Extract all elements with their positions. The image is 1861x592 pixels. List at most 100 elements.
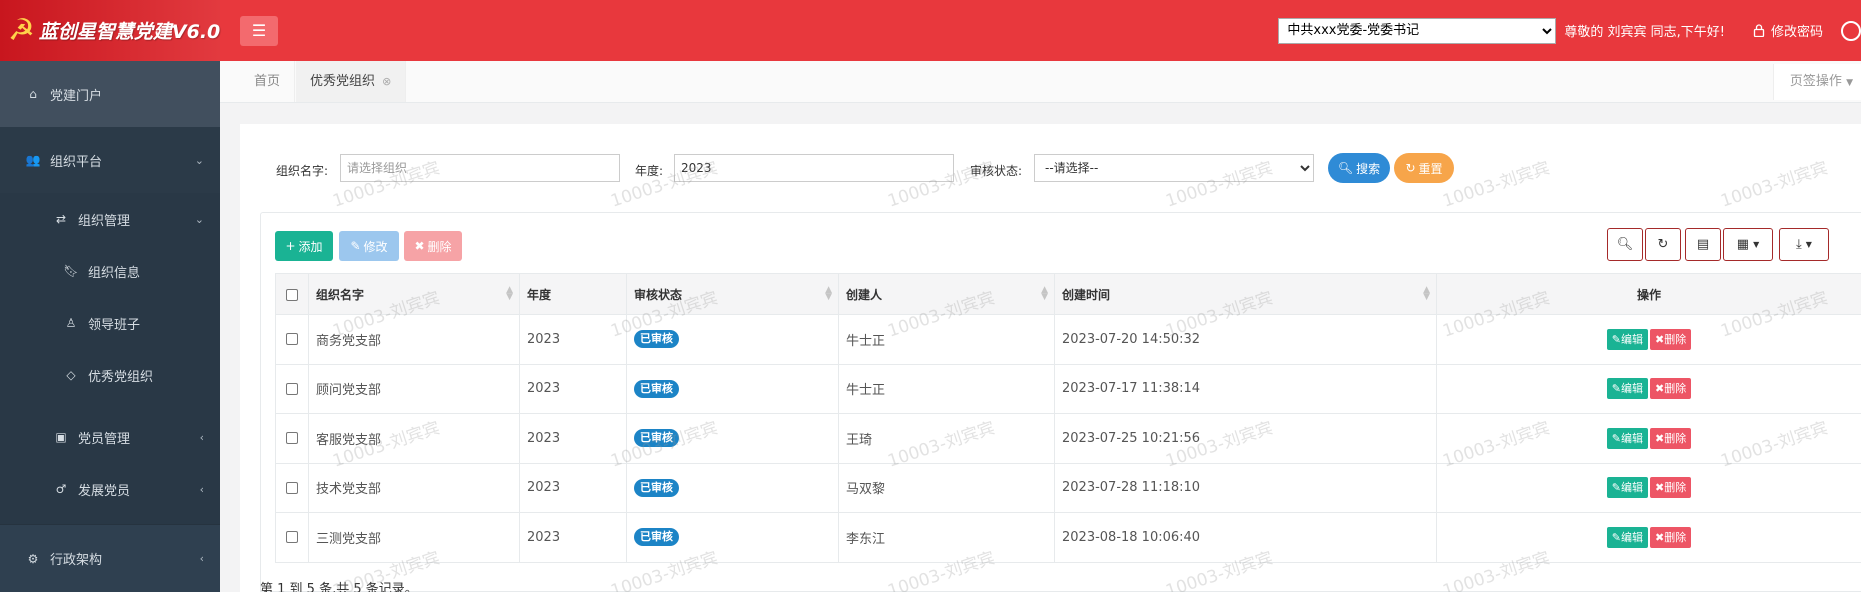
row-edit-label: 编辑: [1621, 431, 1643, 445]
sidebar-item-excellent-org[interactable]: ◇ 优秀党组织: [0, 349, 220, 401]
data-table: 组织名字 ▲ ▼ 年度 审核状态 ▲ ▼ 创建人 ▲ ▼ 创建时间 ▲ ▼ 操作 商务党支部 2…: [275, 273, 1861, 563]
row-delete-button[interactable]: ✖删除: [1650, 526, 1692, 548]
column-header-creator[interactable]: 创建人 ▲ ▼: [838, 273, 1055, 315]
row-delete-button[interactable]: ✖删除: [1650, 378, 1692, 400]
column-header-label: 审核状态: [634, 287, 683, 302]
change-password-label: 修改密码: [1770, 25, 1823, 40]
table-export-button[interactable]: ⤓ ▼: [1779, 228, 1829, 261]
times-icon: ✖: [1655, 530, 1665, 544]
sidebar-item-label: 行政架构: [50, 553, 103, 568]
row-checkbox[interactable]: [286, 333, 298, 346]
cell-org-name: 商务党支部: [308, 314, 520, 365]
tab-label: 首页: [254, 74, 281, 89]
cell-actions: ✎编辑 ✖删除: [1436, 363, 1861, 414]
chevron-down-icon: ⌄: [194, 212, 204, 226]
row-edit-button[interactable]: ✎编辑: [1606, 378, 1648, 400]
sidebar-item-label: 优秀党组织: [88, 369, 154, 385]
cell-creator: 马双黎: [838, 462, 1055, 513]
tab-operations-dropdown[interactable]: 页签操作 ▼: [1772, 64, 1861, 100]
greeting-text: 尊敬的 刘宾宾 同志,下午好!: [1564, 25, 1725, 40]
lock-icon: [1753, 24, 1765, 37]
bookmark-icon: 🔖︎: [63, 264, 79, 278]
row-edit-button[interactable]: ✎编辑: [1606, 427, 1648, 449]
top-header: ☭ 蓝创星智慧党建V6.0 ☰ 中共xxx党委-党委书记 尊敬的 刘宾宾 同志,…: [0, 0, 1861, 61]
reset-button[interactable]: ↻ 重置: [1394, 153, 1454, 183]
column-header-status[interactable]: 审核状态 ▲ ▼: [626, 273, 839, 315]
row-checkbox[interactable]: [286, 432, 298, 445]
status-select[interactable]: --请选择--: [1034, 154, 1314, 182]
column-header-org-name[interactable]: 组织名字 ▲ ▼: [308, 273, 520, 315]
cell-org-name: 三测党支部: [308, 512, 520, 563]
column-header-label: 组织名字: [316, 287, 365, 302]
table-refresh-button[interactable]: ↻: [1645, 228, 1681, 261]
cell-actions: ✎编辑 ✖删除: [1436, 413, 1861, 464]
times-icon: ✖: [1655, 332, 1665, 346]
sidebar-item-org-info[interactable]: 🔖︎ 组织信息: [0, 245, 220, 297]
cell-creator: 王琦: [838, 413, 1055, 464]
times-icon: ✖: [414, 239, 425, 253]
row-select-cell: [275, 462, 309, 513]
cell-year: 2023: [519, 363, 627, 414]
header-right: 中共xxx党委-党委书记 尊敬的 刘宾宾 同志,下午好! 修改密码: [1278, 0, 1861, 61]
caret-down-icon: ▼: [1753, 240, 1760, 249]
table-row[interactable]: 顾问党支部 2023 已审核 牛士正 2023-07-17 11:38:14 ✎…: [275, 363, 1861, 414]
sidebar-item-admin-structure[interactable]: ⚙ 行政架构 ‹: [0, 524, 220, 592]
cell-creator: 李东江: [838, 512, 1055, 563]
table-row[interactable]: 商务党支部 2023 已审核 牛士正 2023-07-20 14:50:32 ✎…: [275, 314, 1861, 365]
menu-toggle-button[interactable]: ☰: [240, 15, 278, 46]
row-delete-button[interactable]: ✖删除: [1650, 477, 1692, 499]
add-button[interactable]: + 添加: [275, 231, 333, 261]
table-row[interactable]: 三测党支部 2023 已审核 李东江 2023-08-18 10:06:40 ✎…: [275, 512, 1861, 563]
edit-button[interactable]: ✎ 修改: [339, 231, 399, 261]
refresh-icon: ↻: [1657, 237, 1669, 252]
search-icon: 🔍︎: [1337, 161, 1354, 175]
change-password-link[interactable]: 修改密码: [1753, 21, 1823, 40]
search-icon: 🔍︎: [1616, 237, 1634, 252]
caret-down-icon: ▼: [1846, 78, 1853, 88]
row-checkbox[interactable]: [286, 531, 298, 544]
delete-button[interactable]: ✖ 删除: [404, 231, 462, 261]
row-edit-button[interactable]: ✎编辑: [1606, 526, 1648, 548]
table-row[interactable]: 技术党支部 2023 已审核 马双黎 2023-07-28 11:18:10 ✎…: [275, 462, 1861, 513]
year-input[interactable]: [674, 154, 954, 182]
tab-label: 优秀党组织: [310, 74, 376, 89]
row-edit-label: 编辑: [1621, 481, 1643, 495]
column-header-label: 创建时间: [1062, 287, 1111, 302]
row-select-cell: [275, 363, 309, 414]
close-icon[interactable]: ⊗: [382, 75, 391, 88]
sidebar: ⌂ 党建门户 👥 组织平台 ⌄ ⇄ 组织管理 ⌄ 🔖︎ 组织信息 ♙ 领导班子 …: [0, 61, 220, 592]
row-delete-button[interactable]: ✖删除: [1650, 328, 1692, 350]
column-header-created-time[interactable]: 创建时间 ▲ ▼: [1054, 273, 1437, 315]
diamond-icon: ◇: [66, 368, 76, 382]
sidebar-item-portal[interactable]: ⌂ 党建门户: [0, 61, 220, 127]
org-name-input[interactable]: [340, 154, 620, 182]
edit-icon: ✎: [1611, 382, 1621, 396]
table-search-toggle-button[interactable]: 🔍︎: [1607, 228, 1643, 261]
table-view-toggle-button[interactable]: ▤: [1685, 228, 1721, 261]
home-icon: ⌂: [29, 87, 37, 101]
select-all-checkbox[interactable]: [286, 288, 298, 301]
row-edit-label: 编辑: [1621, 332, 1643, 346]
user-avatar[interactable]: [1841, 20, 1861, 41]
sidebar-item-develop-members[interactable]: ♂ 发展党员 ‹: [0, 463, 220, 515]
cell-actions: ✎编辑 ✖删除: [1436, 314, 1861, 365]
row-edit-button[interactable]: ✎编辑: [1606, 328, 1648, 350]
sidebar-item-leadership[interactable]: ♙ 领导班子: [0, 297, 220, 349]
sidebar-item-platform[interactable]: 👥 组织平台 ⌄: [0, 127, 220, 193]
search-button[interactable]: 🔍︎ 搜索: [1328, 153, 1390, 183]
row-checkbox[interactable]: [286, 382, 298, 395]
column-header-actions: 操作: [1436, 273, 1861, 315]
table-row[interactable]: 客服党支部 2023 已审核 王琦 2023-07-25 10:21:56 ✎编…: [275, 413, 1861, 464]
sidebar-item-member-management[interactable]: ▣ 党员管理 ‹: [0, 411, 220, 463]
row-checkbox[interactable]: [286, 481, 298, 494]
org-role-select[interactable]: 中共xxx党委-党委书记: [1278, 17, 1557, 44]
cell-status: 已审核: [626, 462, 839, 513]
row-edit-button[interactable]: ✎编辑: [1606, 477, 1648, 499]
tab-excellent-org[interactable]: 优秀党组织 ⊗: [296, 61, 407, 102]
tab-home[interactable]: 首页: [240, 61, 296, 102]
sidebar-item-org-management[interactable]: ⇄ 组织管理 ⌄: [0, 193, 220, 245]
edit-icon: ✎: [350, 239, 361, 253]
row-delete-button[interactable]: ✖删除: [1650, 427, 1692, 449]
table-columns-button[interactable]: ▦ ▼: [1723, 228, 1773, 261]
cell-creator: 牛士正: [838, 363, 1055, 414]
